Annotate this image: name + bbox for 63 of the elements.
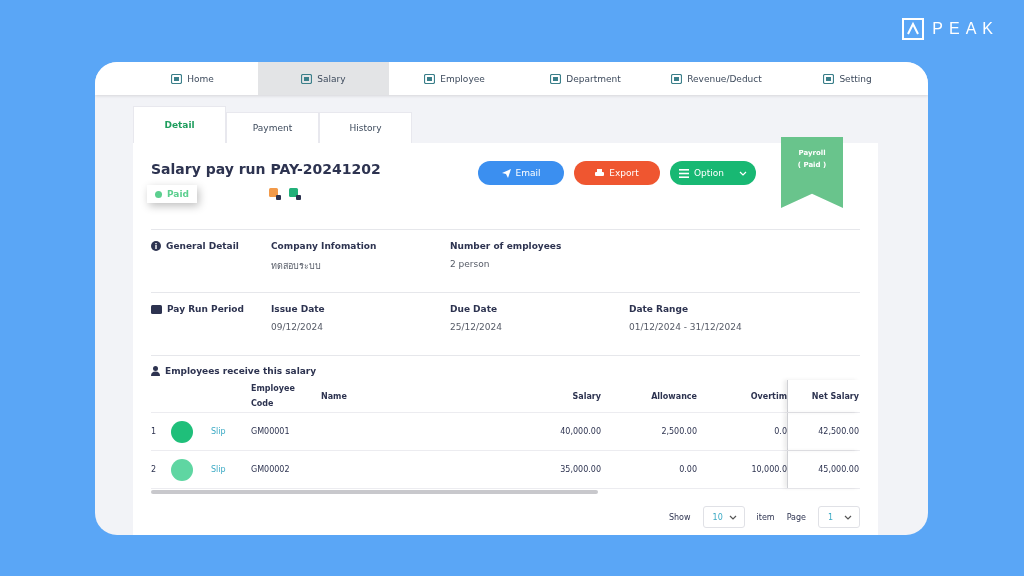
section-title: Employees receive this salary bbox=[165, 366, 317, 376]
nav-icon bbox=[823, 73, 835, 84]
field-value: 01/12/2024 - 31/12/2024 bbox=[629, 322, 743, 332]
table-cell-text: 10,000.0 bbox=[750, 465, 787, 474]
table-cell-text: 35,000.00 bbox=[559, 465, 601, 474]
field-value: 2 person bbox=[450, 259, 491, 269]
table-cell-text: GM00001 bbox=[251, 427, 291, 436]
section-title: Pay Run Period bbox=[167, 304, 244, 314]
pager-label: Show bbox=[668, 512, 691, 522]
brand-name: PEAK bbox=[932, 20, 999, 38]
printer-icon bbox=[595, 168, 605, 178]
pager-label: Page bbox=[786, 512, 806, 522]
column-header: Employee Code bbox=[251, 383, 296, 410]
table-cell-text: 40,000.00 bbox=[559, 427, 601, 436]
field-label: Number of employees bbox=[450, 240, 563, 252]
tab[interactable]: History bbox=[319, 112, 412, 143]
menu-icon bbox=[678, 168, 689, 178]
locked-document-icon bbox=[268, 188, 281, 200]
field-value: 25/12/2024 bbox=[450, 322, 503, 332]
nav-icon bbox=[171, 73, 183, 84]
table-cell-text: 2,500.00 bbox=[660, 427, 697, 436]
column-header: Overtim bbox=[749, 390, 787, 403]
page-title: Salary pay run PAY-20241202 bbox=[151, 161, 382, 177]
info-icon bbox=[151, 241, 161, 251]
table-cell-text: 0.0 bbox=[773, 427, 787, 436]
nav-tab[interactable]: Home bbox=[127, 62, 258, 95]
nav-tab[interactable]: Department bbox=[520, 62, 651, 95]
field-label: Issue Date bbox=[271, 303, 326, 315]
person-icon bbox=[151, 366, 160, 376]
column-header: Net Salary bbox=[787, 380, 859, 412]
tab[interactable]: Payment bbox=[226, 112, 319, 143]
field-value: 09/12/2024 bbox=[271, 322, 324, 332]
field-label: Due Date bbox=[450, 303, 499, 315]
column-header: Allowance bbox=[650, 390, 697, 403]
nav-tab[interactable]: Employee bbox=[389, 62, 520, 95]
table-cell-text: 0.00 bbox=[678, 465, 697, 474]
column-header: Salary bbox=[571, 390, 601, 403]
nav-tab[interactable]: Salary bbox=[258, 62, 389, 95]
field-value: ทดสอบระบบ bbox=[271, 260, 322, 273]
column-header: Name bbox=[321, 390, 348, 403]
caret-icon bbox=[844, 514, 852, 520]
row-number: 2 bbox=[151, 465, 158, 474]
nav-icon bbox=[301, 73, 313, 84]
nav-icon bbox=[424, 73, 436, 84]
nav-icon bbox=[550, 73, 562, 84]
locked-document-icon bbox=[288, 188, 301, 200]
field-label: Company Infomation bbox=[271, 240, 378, 252]
caret-icon bbox=[728, 514, 737, 520]
nav-tab[interactable]: Setting bbox=[782, 62, 913, 95]
logo-icon bbox=[902, 18, 925, 40]
table-cell: 45,000.00 bbox=[787, 451, 859, 488]
caret-icon bbox=[739, 170, 747, 176]
nav-tab[interactable]: Revenue/Deduct bbox=[651, 62, 782, 95]
table-cell: 42,500.00 bbox=[787, 413, 859, 450]
section-title: General Detail bbox=[166, 241, 239, 251]
field-label: Date Range bbox=[629, 303, 690, 315]
table-cell-text: GM00002 bbox=[251, 465, 291, 474]
row-number: 1 bbox=[151, 427, 158, 436]
scrollbar[interactable] bbox=[151, 490, 598, 494]
nav-icon bbox=[671, 73, 683, 84]
pager-label: item bbox=[756, 512, 775, 522]
send-icon bbox=[501, 168, 511, 178]
status-badge: Paid bbox=[147, 185, 197, 203]
